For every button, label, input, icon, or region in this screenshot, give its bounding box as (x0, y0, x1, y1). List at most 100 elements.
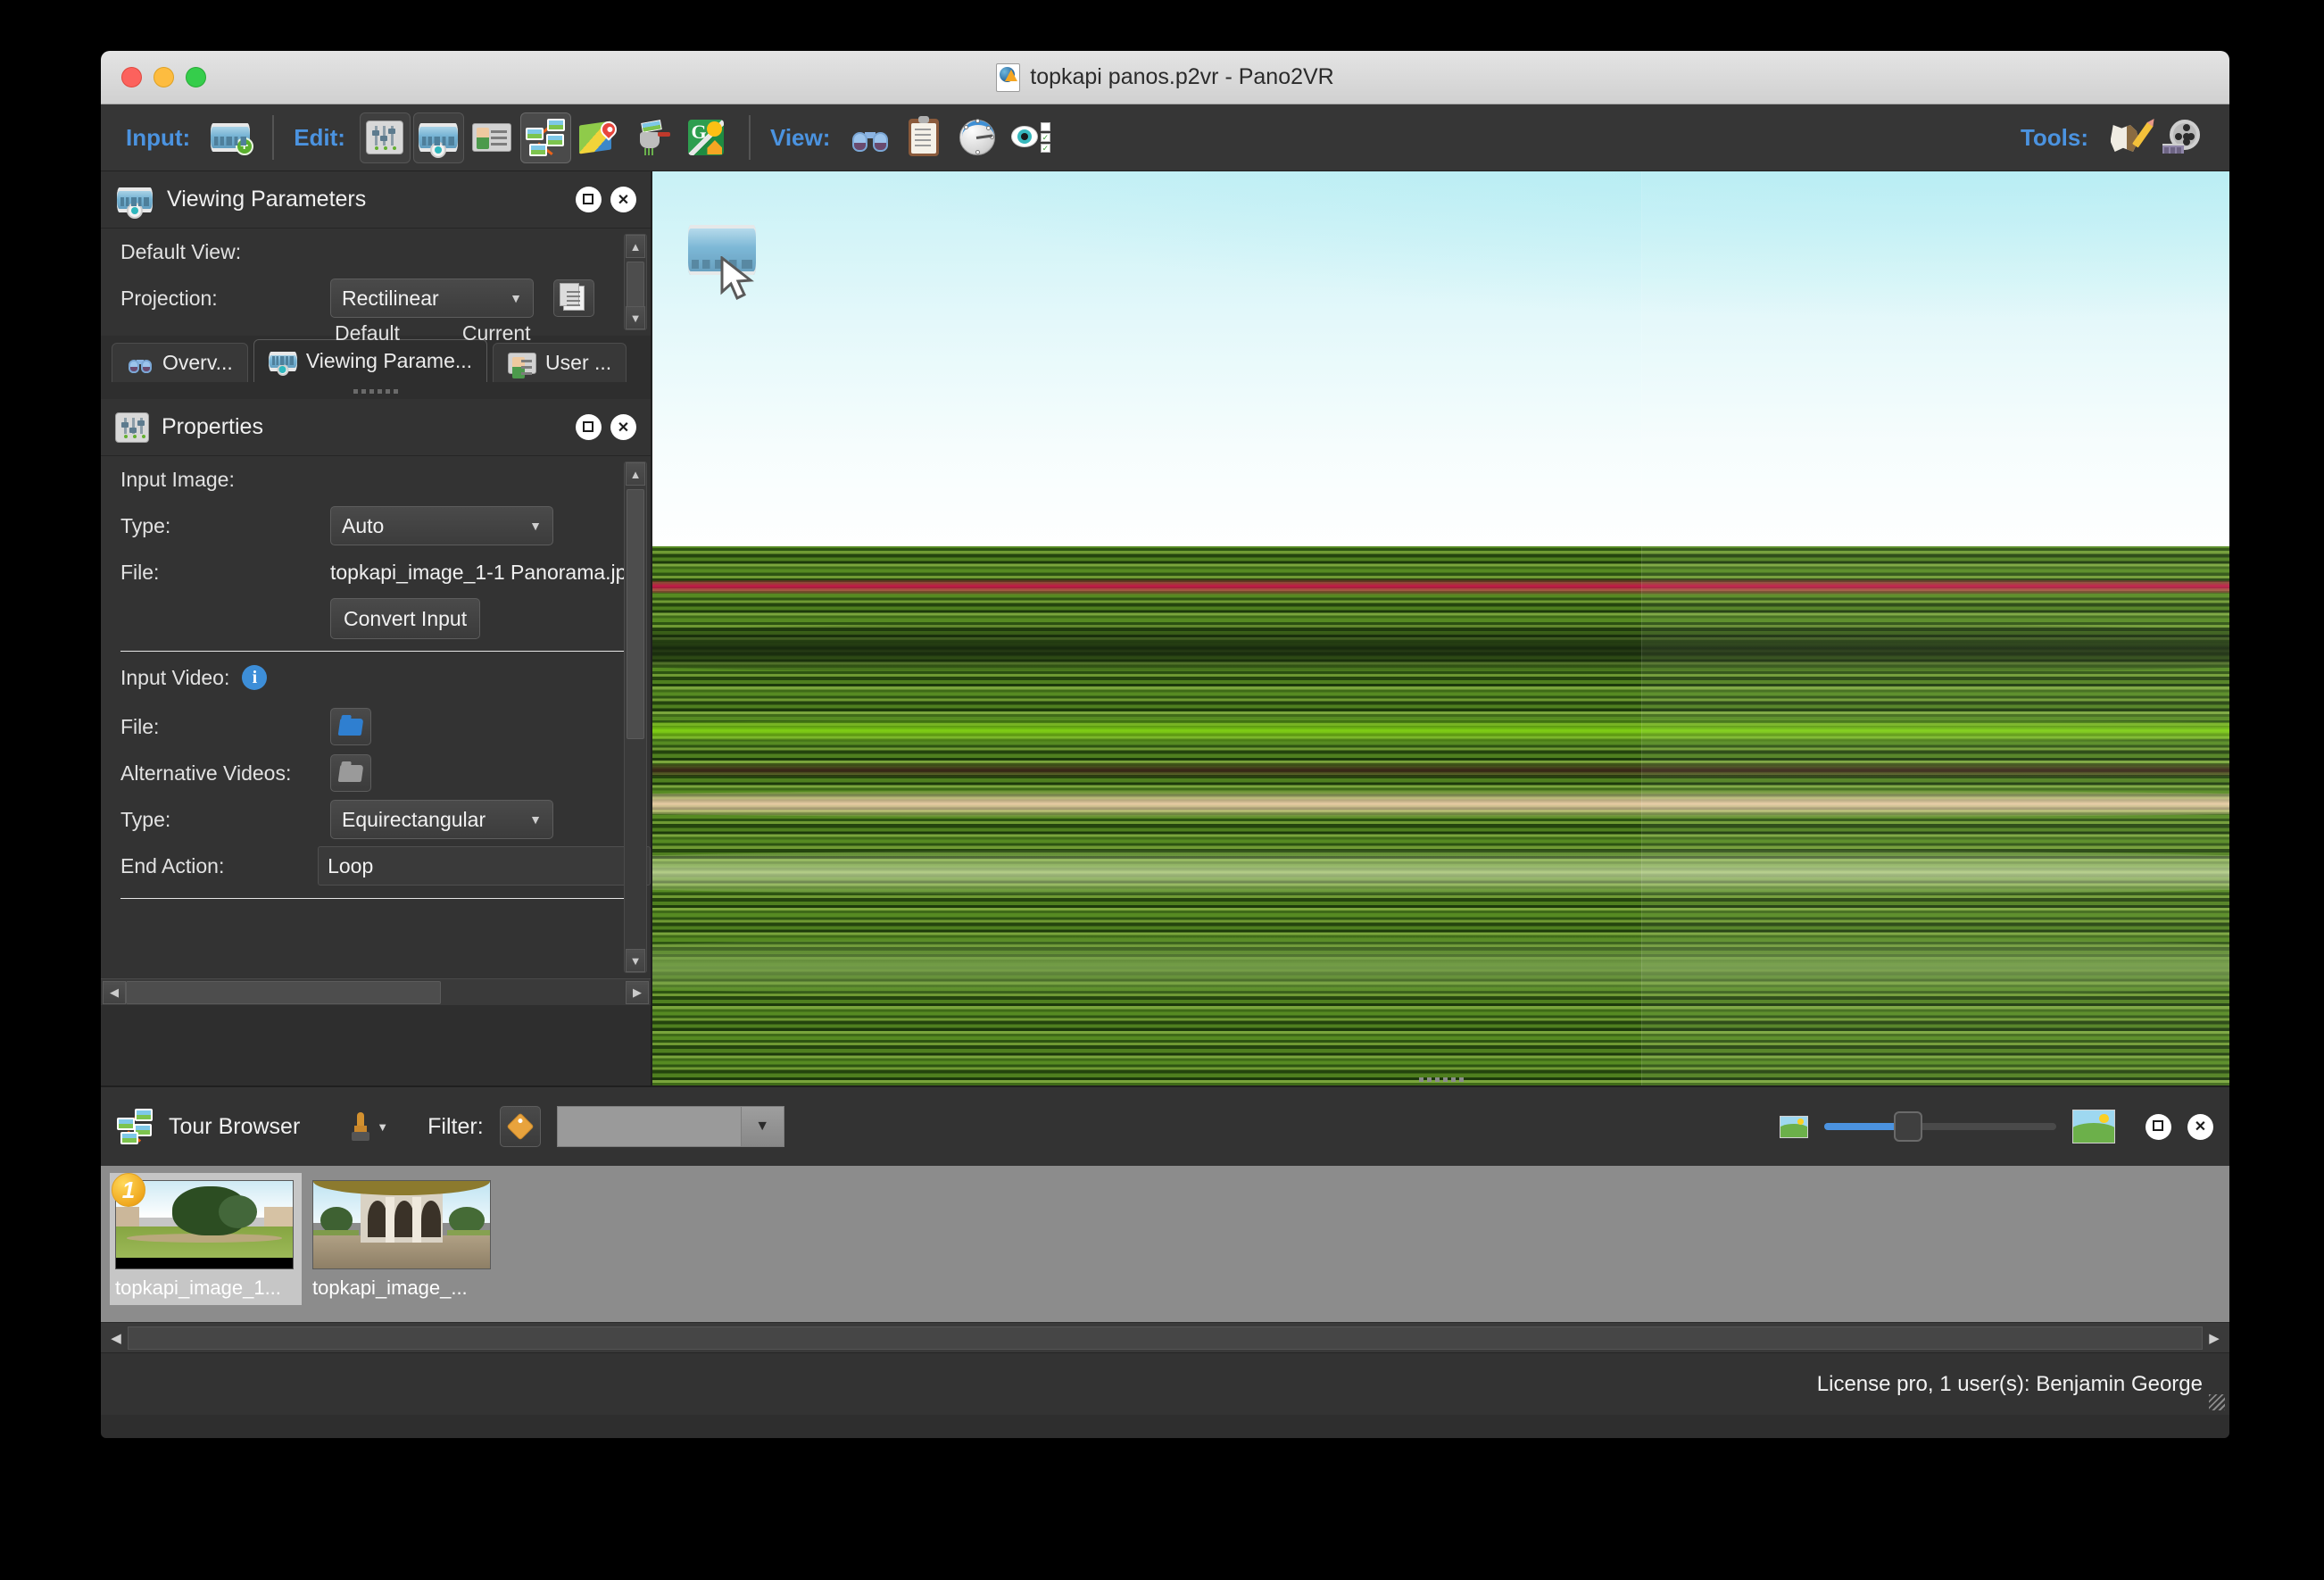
thumbnail-size-slider[interactable] (1824, 1111, 2056, 1142)
current-column-header: Current (461, 321, 531, 345)
edit-tour-browser-button[interactable] (519, 112, 571, 163)
end-action-field[interactable]: Loop (318, 846, 651, 886)
tab-viewing-parameters[interactable]: Viewing Parame... (253, 339, 488, 382)
properties-close-icon[interactable]: ✕ (610, 414, 636, 440)
thumbnail-caption: topkapi_image_1... (115, 1276, 281, 1299)
scroll-left-arrow-icon[interactable]: ◀ (103, 980, 126, 1004)
properties-header-buttons: ✕ (576, 414, 636, 440)
list-item[interactable]: 1 topkapi_image_1... (110, 1173, 302, 1305)
image-file-label: File: (120, 560, 160, 584)
add-panorama-button[interactable]: + (204, 112, 255, 163)
tools-video-button[interactable] (2156, 112, 2207, 163)
view-visibility-button[interactable]: ✓ ✓ (1005, 112, 1056, 163)
stamp-icon (352, 1112, 370, 1141)
edit-map-button[interactable] (574, 112, 625, 163)
edit-section-label: Edit: (294, 123, 345, 151)
tools-skin-editor-button[interactable] (2103, 112, 2154, 163)
copy-view-button[interactable] (553, 279, 594, 317)
alternative-videos-row: Alternative Videos: (101, 750, 651, 796)
hscroll-thumb[interactable] (126, 980, 441, 1004)
hscroll-track[interactable] (126, 980, 626, 1004)
properties-undock-icon[interactable] (576, 414, 602, 440)
tab-overview[interactable]: Overv... (112, 343, 248, 382)
video-file-open-button[interactable] (330, 708, 371, 745)
properties-panel-header: Properties ✕ (101, 399, 651, 456)
edit-viewing-parameters-button[interactable] (412, 112, 464, 163)
scroll-left-arrow-icon[interactable]: ◀ (104, 1326, 128, 1350)
edit-user-data-button[interactable] (467, 112, 518, 163)
scroll-down-arrow-icon[interactable]: ▼ (626, 306, 645, 329)
video-type-select[interactable]: Equirectangular ▼ (330, 800, 553, 839)
image-type-select[interactable]: Auto ▼ (330, 506, 553, 545)
view-animation-button[interactable] (951, 112, 1002, 163)
projection-value: Rectilinear (342, 286, 439, 310)
scroll-up-arrow-icon[interactable]: ▲ (626, 462, 645, 486)
video-type-row: Type: Equirectangular ▼ (101, 796, 651, 843)
image-file-value[interactable]: topkapi_image_1-1 Panorama.jpg (330, 561, 638, 585)
toolbar-separator-2 (748, 115, 751, 160)
tour-browser-icon (526, 119, 566, 156)
video-file-label: File: (120, 714, 160, 738)
default-column-header: Default (335, 321, 400, 345)
scroll-right-arrow-icon[interactable]: ▶ (626, 980, 649, 1004)
window-title: topkapi panos.p2vr - Pano2VR (1030, 64, 1334, 89)
filter-dropdown-arrow-icon[interactable]: ▼ (741, 1106, 784, 1147)
user-card-icon (508, 352, 537, 378)
viewing-parameters-panel-header: Viewing Parameters ✕ (101, 171, 651, 229)
end-action-label: End Action: (120, 853, 225, 877)
panorama-viewport[interactable] (652, 171, 2229, 1085)
tab-user-data[interactable]: User ... (493, 343, 627, 382)
tour-browser-close-icon[interactable]: ✕ (2187, 1113, 2213, 1140)
viewing-parameters-close-icon[interactable]: ✕ (610, 187, 636, 212)
thumbnail-image[interactable] (312, 1180, 491, 1269)
filter-tag-button[interactable] (499, 1106, 541, 1147)
filter-combo[interactable]: ▼ (556, 1106, 784, 1147)
convert-input-button[interactable]: Convert Input (330, 598, 481, 639)
google-street-view-icon: G (688, 120, 725, 155)
chevron-down-icon: ▼ (529, 812, 542, 827)
properties-horizontal-scrollbar[interactable]: ◀ ▶ (101, 978, 651, 1005)
large-thumbnail-icon[interactable] (2072, 1110, 2115, 1143)
edit-skin-grinder-button[interactable] (627, 112, 678, 163)
alternative-videos-label: Alternative Videos: (120, 761, 292, 785)
tab-viewing-parameters-label: Viewing Parame... (305, 349, 473, 372)
clipboard-icon (908, 116, 939, 156)
view-section-label: View: (769, 123, 831, 151)
open-folder-icon-disabled (337, 764, 364, 782)
viewing-parameters-vertical-scrollbar[interactable]: ▲ ▼ (624, 234, 647, 330)
list-item[interactable]: topkapi_image_... (307, 1173, 499, 1305)
filter-input[interactable] (556, 1106, 742, 1147)
edit-properties-button[interactable] (359, 112, 411, 163)
input-video-section-row: Input Video: i (101, 652, 651, 703)
image-type-label: Type: (120, 513, 171, 537)
main-toolbar: Input: + Edit: G View: ✓ ✓ Tools: (101, 104, 2229, 171)
small-thumbnail-icon[interactable] (1780, 1115, 1808, 1138)
scroll-down-arrow-icon[interactable]: ▼ (626, 949, 645, 972)
scroll-up-arrow-icon[interactable]: ▲ (626, 235, 645, 258)
window-resize-grip[interactable] (2209, 1394, 2225, 1410)
stamp-button[interactable]: ▼ (352, 1112, 388, 1141)
image-type-value: Auto (342, 513, 385, 537)
scroll-right-arrow-icon[interactable]: ▶ (2203, 1326, 2226, 1350)
binoculars-icon (127, 353, 154, 373)
user-data-icon (472, 123, 512, 152)
animation-compass-icon (959, 119, 995, 155)
thumbnails-horizontal-scrollbar[interactable]: ◀ ▶ (101, 1322, 2229, 1352)
info-icon[interactable]: i (242, 665, 268, 690)
tab-user-data-label: User ... (545, 351, 612, 374)
slider-knob[interactable] (1894, 1111, 1922, 1142)
viewing-parameters-undock-icon[interactable] (576, 187, 602, 212)
view-clipboard-button[interactable] (898, 112, 949, 163)
window-title-group: topkapi panos.p2vr - Pano2VR (101, 62, 2229, 92)
scrollbar-thumb[interactable] (627, 489, 644, 739)
tour-browser-undock-icon[interactable] (2146, 1113, 2171, 1140)
edit-google-street-view-button[interactable]: G (681, 112, 732, 163)
viewport-drag-handle[interactable] (652, 1077, 2229, 1082)
thumbnails-scroll-track[interactable] (128, 1326, 2203, 1350)
projection-select[interactable]: Rectilinear ▼ (330, 279, 534, 318)
view-overview-button[interactable] (844, 112, 895, 163)
alternative-videos-open-button[interactable] (330, 754, 371, 792)
panel-drag-handle[interactable] (101, 382, 651, 399)
status-bar: License pro, 1 user(s): Benjamin George (101, 1352, 2229, 1415)
properties-vertical-scrollbar[interactable]: ▲ ▼ (624, 462, 647, 973)
